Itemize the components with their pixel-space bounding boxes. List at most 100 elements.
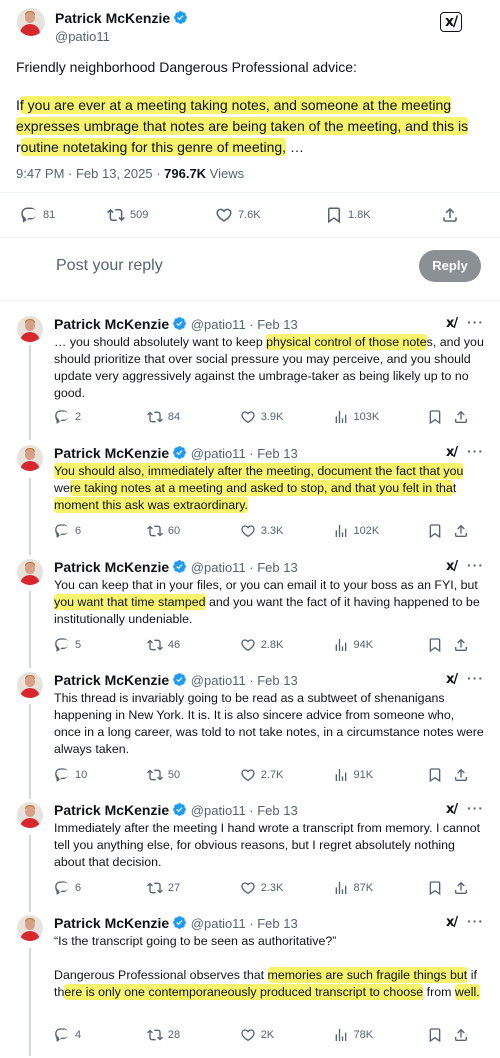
thread-reply[interactable]: Patrick McKenzie @patio11 · Feb 13 x/ ··… [0,670,500,790]
like-action[interactable]: 3.3K [240,523,333,539]
repost-action[interactable]: 27 [147,880,240,896]
avatar[interactable] [17,316,43,342]
thread-reply[interactable]: Patrick McKenzie @patio11 · Feb 13 x/ ··… [0,800,500,902]
grok-x-icon[interactable]: x/ [446,802,458,817]
text-span: we [54,481,70,495]
views-action[interactable]: 91K [333,767,428,783]
grok-x-icon[interactable]: x/ [446,559,458,574]
share-action[interactable] [441,206,464,224]
like-action[interactable]: 2.3K [240,880,333,896]
avatar[interactable] [17,8,45,36]
more-options-icon[interactable]: ··· [467,670,484,686]
author-handle[interactable]: @patio11 [191,673,246,688]
repost-icon [107,206,125,224]
reply-action[interactable]: 6 [54,523,147,539]
more-options-icon[interactable]: ··· [467,913,484,929]
views-action[interactable]: 103K [333,409,428,425]
like-action[interactable]: 2.8K [240,637,333,653]
author-name-row[interactable]: Patrick McKenzie [55,10,188,26]
like-action[interactable]: 2.7K [240,767,333,783]
author-handle[interactable]: @patio11 [191,560,246,575]
share-action[interactable] [453,523,474,539]
bookmark-action[interactable] [427,409,453,425]
author-handle[interactable]: @patio11 [191,803,246,818]
tweet-timestamp[interactable]: 9:47 PM · Feb 13, 2025 · 796.7K Views [16,166,244,181]
more-options-icon[interactable]: ··· [467,443,484,459]
views-action[interactable]: 78K [333,1027,428,1043]
author-name[interactable]: Patrick McKenzie [54,915,169,931]
reply-text: This thread is invariably going to be re… [54,691,484,756]
avatar[interactable] [17,559,43,585]
avatar[interactable] [17,445,43,471]
repost-action[interactable]: 84 [147,409,240,425]
repost-action[interactable]: 60 [147,523,240,539]
post-date[interactable]: · Feb 13 [246,560,297,575]
bookmark-action[interactable]: 1.8K [325,206,441,224]
thread-reply[interactable]: Patrick McKenzie @patio11 · Feb 13 x/ ··… [0,314,500,434]
thread-reply[interactable]: Patrick McKenzie @patio11 · Feb 13 x/ ··… [0,443,500,545]
more-options-icon[interactable]: ··· [467,557,484,573]
grok-x-icon[interactable]: x/ [440,12,463,32]
author-name[interactable]: Patrick McKenzie [54,672,169,688]
post-date[interactable]: · Feb 13 [246,446,297,461]
share-action[interactable] [453,880,474,896]
more-options-icon[interactable]: ··· [467,800,484,816]
grok-x-icon[interactable]: x/ [446,915,458,930]
reply-action[interactable]: 5 [54,637,147,653]
like-action[interactable]: 2K [240,1027,333,1043]
post-date[interactable]: · Feb 13 [246,803,297,818]
grok-x-icon[interactable]: x/ [446,672,458,687]
author-name[interactable]: Patrick McKenzie [54,316,169,332]
more-options-icon[interactable]: ··· [467,314,484,330]
author-handle[interactable]: @patio11 [55,29,110,44]
author-name[interactable]: Patrick McKenzie [54,559,169,575]
reply-text: … you should absolutely want to keep phy… [54,334,484,402]
bookmark-action[interactable] [427,880,453,896]
author-name[interactable]: Patrick McKenzie [55,10,170,26]
reply-action[interactable]: 2 [54,409,147,425]
like-action[interactable]: 3.9K [240,409,333,425]
like-icon [240,523,256,539]
reply-action[interactable]: 4 [54,1027,147,1043]
author-name[interactable]: Patrick McKenzie [54,445,169,461]
repost-action[interactable]: 46 [147,637,240,653]
views-action[interactable]: 87K [333,880,428,896]
repost-action[interactable]: 50 [147,767,240,783]
author-handle[interactable]: @patio11 [191,317,246,332]
reply-button[interactable]: Reply [419,250,481,282]
reply-action[interactable]: 10 [54,767,147,783]
bookmark-action[interactable] [427,767,453,783]
post-date[interactable]: · Feb 13 [246,317,297,332]
highlight: f you are ever at a meeting taking notes… [19,96,452,114]
author-handle[interactable]: @patio11 [191,446,246,461]
post-date[interactable]: · Feb 13 [246,916,297,931]
bookmark-action[interactable] [427,1027,453,1043]
avatar[interactable] [17,672,43,698]
author-name[interactable]: Patrick McKenzie [54,802,169,818]
avatar[interactable] [17,915,43,941]
avatar[interactable] [17,802,43,828]
share-action[interactable] [453,637,474,653]
views-action[interactable]: 94K [333,637,428,653]
share-action[interactable] [453,1027,474,1043]
text-span: from [423,985,455,999]
repost-action[interactable]: 509 [107,206,215,224]
post-date[interactable]: · Feb 13 [246,673,297,688]
reply-action[interactable]: 6 [54,880,147,896]
views-action[interactable]: 102K [333,523,428,539]
thread-reply[interactable]: Patrick McKenzie @patio11 · Feb 13 x/ ··… [0,557,500,659]
share-action[interactable] [453,409,474,425]
share-action[interactable] [453,767,474,783]
reply-input[interactable]: Post your reply [56,257,163,275]
bookmark-action[interactable] [427,637,453,653]
grok-x-icon[interactable]: x/ [446,445,458,460]
grok-x-icon[interactable]: x/ [446,316,458,331]
author-handle[interactable]: @patio11 [191,916,246,931]
reply-icon [54,1027,70,1043]
like-action[interactable]: 7.6K [215,206,325,224]
thread-reply[interactable]: Patrick McKenzie @patio11 · Feb 13 x/ ··… [0,913,500,1050]
repost-action[interactable]: 28 [147,1027,240,1043]
reply-action[interactable]: 81 [20,206,107,224]
bookmark-action[interactable] [427,523,453,539]
like-icon [240,637,256,653]
